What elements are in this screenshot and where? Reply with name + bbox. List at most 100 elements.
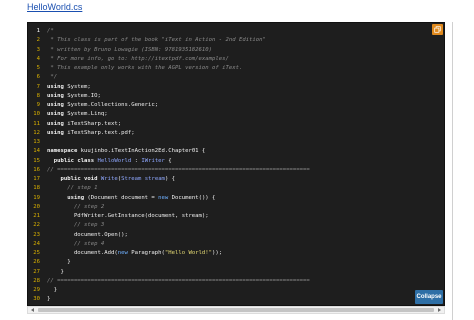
code-token: document.Open(); <box>47 231 128 238</box>
copy-button[interactable] <box>432 24 443 35</box>
scroll-right-icon[interactable] <box>438 308 441 312</box>
code-token: using <box>47 83 64 90</box>
code-line: 28 // ===================================… <box>28 277 444 286</box>
code-token: } <box>47 268 64 275</box>
code-text: document.Open(); <box>47 231 128 240</box>
code-token: new <box>117 250 128 256</box>
code-text: using iTextSharp.text; <box>47 120 121 129</box>
copy-icon <box>434 26 441 33</box>
code-token: * This class is part of the book "iText … <box>47 37 266 44</box>
code-token: using <box>47 129 64 136</box>
code-line: 6 */ <box>28 73 444 82</box>
page-divider <box>452 22 453 320</box>
code-token: Stream <box>121 176 142 182</box>
line-number: 19 <box>33 194 40 201</box>
code-text: // =====================================… <box>47 166 310 175</box>
code-block: 1 /* 2 * This class is part of the book "i… <box>27 22 445 306</box>
code-token: document.Add( <box>47 250 118 256</box>
code-token: */ <box>47 74 58 81</box>
scroll-thumb[interactable] <box>38 308 434 312</box>
code-line: 15 public class HelloWorld : IWriter { <box>28 157 444 166</box>
code-line: 3 * written by Bruno Lowagie (ISBN: 9781… <box>28 46 444 55</box>
code-text: using (Document document = new Document(… <box>47 194 215 203</box>
line-number: 6 <box>36 74 40 81</box>
code-token: using <box>67 194 85 201</box>
code-token: IWriter <box>141 157 165 164</box>
code-line: 12 using iTextSharp.text.pdf; <box>28 129 444 138</box>
code-lines: 1 /* 2 * This class is part of the book "i… <box>28 27 444 305</box>
code-line: 23 document.Open(); <box>28 231 444 240</box>
code-text: * This class is part of the book "iText … <box>47 36 266 45</box>
code-text: } <box>47 295 50 304</box>
code-line: 22 // step 3 <box>28 221 444 230</box>
line-number: 30 <box>33 296 40 303</box>
line-number: 1 <box>36 28 40 34</box>
code-line: 19 using (Document document = new Docume… <box>28 194 444 203</box>
code-text: } <box>47 268 64 277</box>
line-number: 2 <box>36 37 40 44</box>
code-token: // =====================================… <box>47 166 310 173</box>
code-token: * written by Bruno Lowagie (ISBN: 978193… <box>47 46 213 53</box>
line-number: 16 <box>33 166 40 173</box>
code-text: using System.Collections.Generic; <box>47 101 158 110</box>
code-text: namespace kuujinbo.iTextInAction2Ed.Chap… <box>47 147 205 156</box>
line-number: 29 <box>33 287 40 293</box>
line-number: 10 <box>33 111 40 118</box>
code-token: public class <box>53 157 95 164</box>
code-line: 9 using System.Collections.Generic; <box>28 101 444 110</box>
code-text: document.Add(new Paragraph("Hello World!… <box>47 249 222 258</box>
code-token: (Document document = <box>84 194 159 201</box>
code-text: public class HelloWorld : IWriter { <box>47 157 172 166</box>
scroll-left-icon[interactable] <box>31 308 34 312</box>
line-number: 8 <box>36 92 40 99</box>
code-token: // =====================================… <box>47 277 310 284</box>
collapse-button[interactable]: Collapse <box>415 290 443 304</box>
line-number: 3 <box>36 46 40 53</box>
code-token: System.Collections.Generic; <box>63 102 159 108</box>
code-token: } <box>47 287 58 293</box>
code-token: /* <box>47 28 54 34</box>
code-text: } <box>47 258 70 267</box>
code-line: 16 // ===================================… <box>28 166 444 175</box>
code-token: using <box>47 102 64 108</box>
code-text: // step 3 <box>47 221 104 230</box>
line-number: 7 <box>36 83 40 90</box>
code-text: public void Write(Stream stream) { <box>47 175 175 184</box>
line-number: 13 <box>33 139 40 145</box>
code-token: PdfWriter.GetInstance(document, stream); <box>47 213 209 219</box>
code-line: 5 * This example only works with the AGP… <box>28 64 444 73</box>
code-text: PdfWriter.GetInstance(document, stream); <box>47 212 209 221</box>
line-number: 20 <box>33 203 40 210</box>
code-line: 26 } <box>28 258 444 267</box>
code-text: * For more info, go to: http://itextpdf.… <box>47 55 229 64</box>
code-text: } <box>47 286 57 295</box>
code-line: 24 // step 4 <box>28 240 444 249</box>
line-number: 24 <box>33 240 40 247</box>
code-token: // step 1 <box>67 185 98 192</box>
file-link[interactable]: HelloWorld.cs <box>27 1 82 13</box>
code-line: 11 using iTextSharp.text; <box>28 120 444 129</box>
code-text: */ <box>47 73 57 82</box>
code-token: ) { <box>164 176 176 182</box>
code-token: )); <box>212 250 223 256</box>
code-token: : <box>131 157 142 164</box>
code-token: HelloWorld <box>97 157 132 164</box>
code-token: } <box>47 296 51 303</box>
code-line: 13 <box>28 138 444 147</box>
code-token: Document()) { <box>168 194 216 201</box>
code-token: kuujinbo.iTextInAction2Ed.Chapter01 { <box>77 148 206 155</box>
line-number: 12 <box>33 129 40 136</box>
code-line: 7 using System; <box>28 83 444 92</box>
code-text: using iTextSharp.text.pdf; <box>47 129 135 138</box>
code-token: "Hello World!" <box>164 250 213 256</box>
line-number: 5 <box>36 65 40 71</box>
code-token: using <box>47 92 64 99</box>
horizontal-scrollbar[interactable] <box>27 306 445 314</box>
code-line: 20 // step 2 <box>28 203 444 212</box>
code-token: stream <box>144 176 165 182</box>
code-line: 29 } <box>28 286 444 295</box>
code-token: * This example only works with the AGPL … <box>47 65 243 71</box>
